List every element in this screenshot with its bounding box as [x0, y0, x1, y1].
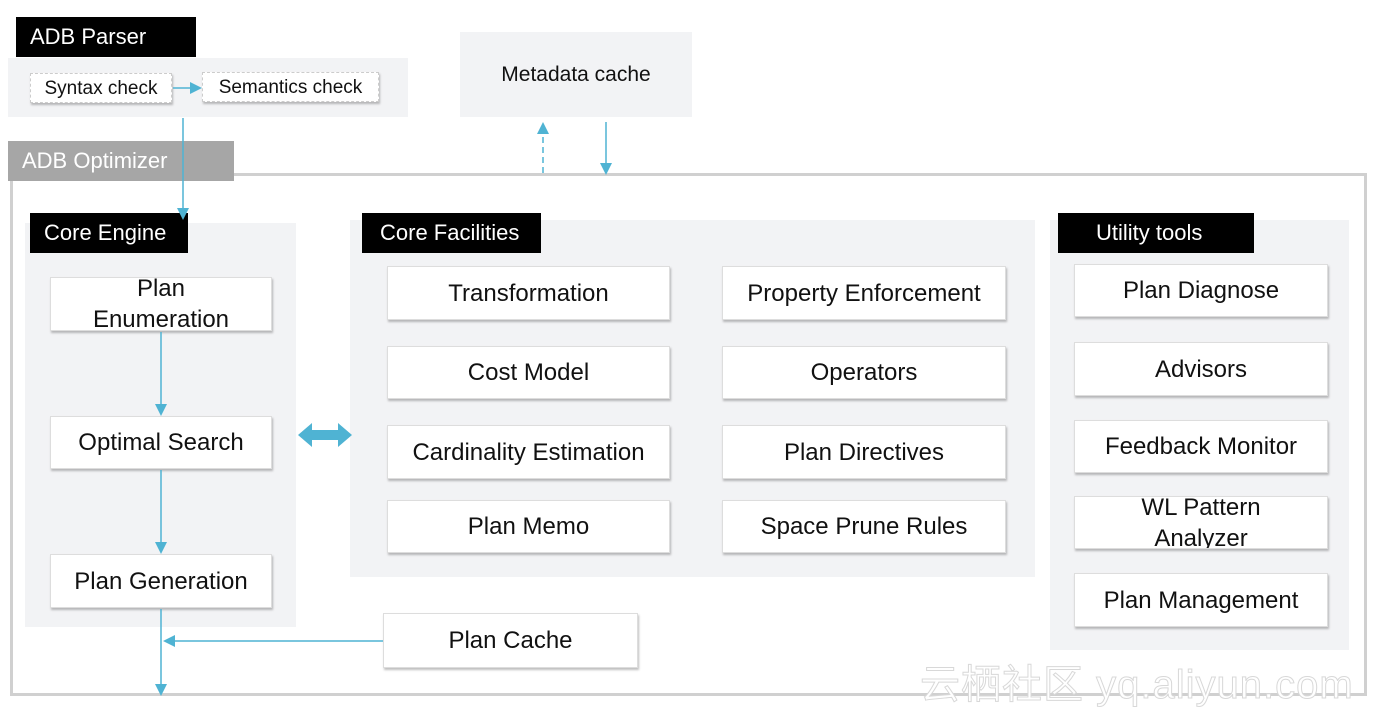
- watermark: 云栖社区 yq.aliyun.com: [920, 663, 1354, 708]
- bidirectional-arrow: [298, 423, 352, 447]
- connector-arrows: [155, 82, 612, 696]
